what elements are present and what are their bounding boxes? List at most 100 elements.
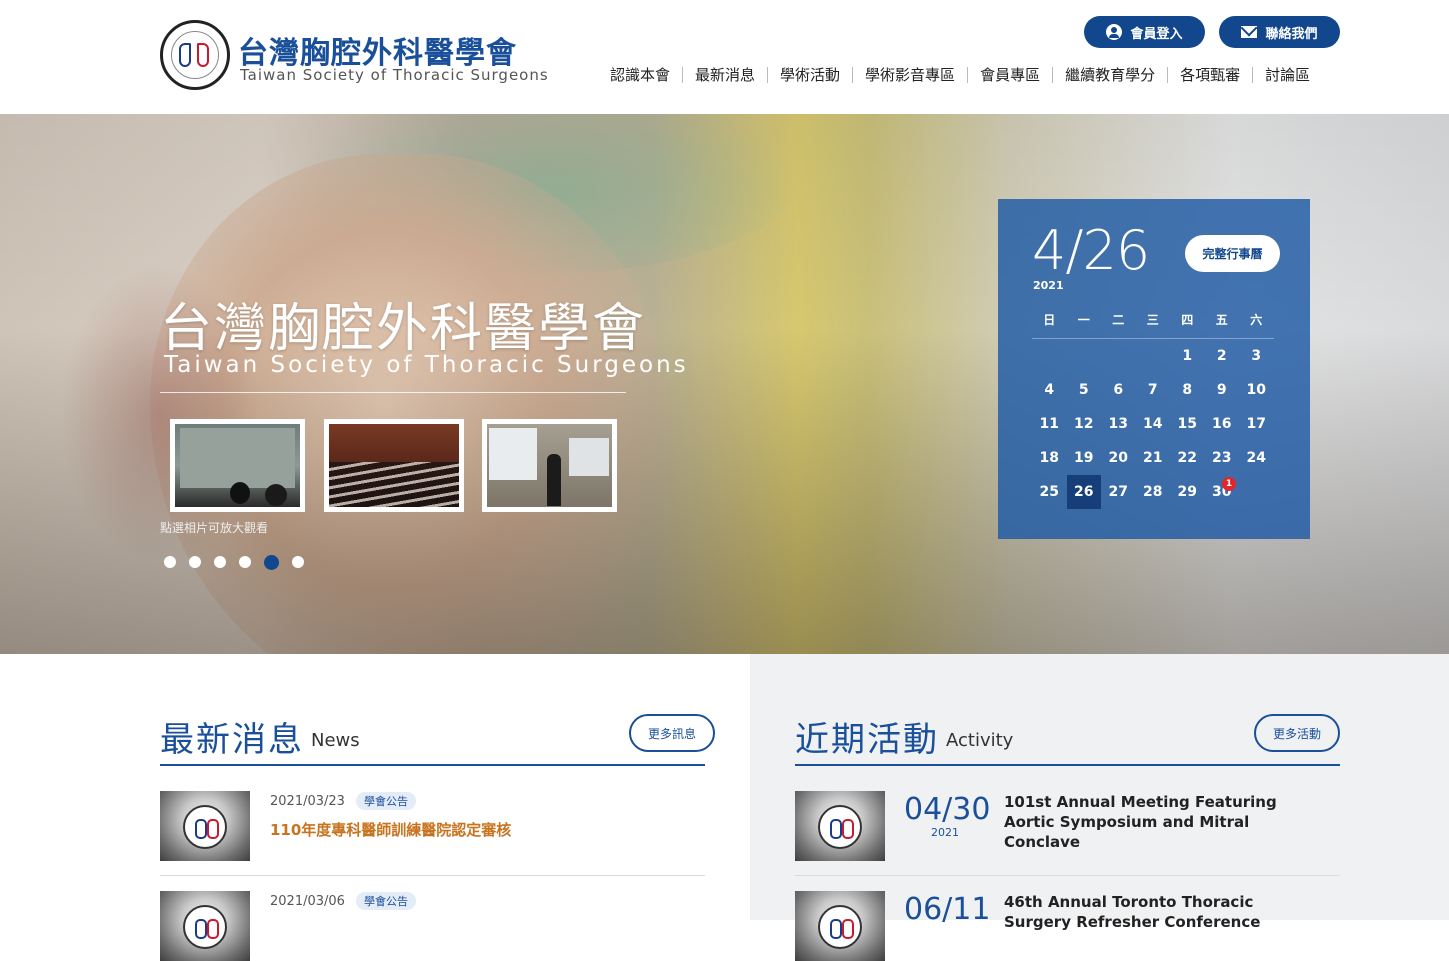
- calendar-day-5[interactable]: 5: [1067, 373, 1102, 407]
- slide-dot-4[interactable]: [239, 556, 251, 568]
- calendar-day-16[interactable]: 16: [1205, 407, 1240, 441]
- calendar-day-9[interactable]: 9: [1205, 373, 1240, 407]
- more-activity-button[interactable]: 更多活動: [1254, 714, 1340, 752]
- activity-date: 06/11: [904, 892, 991, 927]
- day-number: 6: [1113, 382, 1124, 398]
- calendar-day-4[interactable]: 4: [1032, 373, 1067, 407]
- contact-us-button[interactable]: 聯絡我們: [1219, 16, 1340, 48]
- more-news-button[interactable]: 更多訊息: [629, 714, 715, 752]
- day-number: 29: [1177, 484, 1197, 500]
- calendar-day-18[interactable]: 18: [1032, 441, 1067, 475]
- photo-thumbnail-2[interactable]: [324, 419, 464, 512]
- slide-pagination: [164, 554, 304, 570]
- activity-item-title[interactable]: 101st Annual Meeting Featuring Aortic Sy…: [1004, 792, 1304, 852]
- day-number: 20: [1108, 450, 1128, 466]
- calendar-day-10[interactable]: 10: [1239, 373, 1274, 407]
- calendar-day-14[interactable]: 14: [1136, 407, 1171, 441]
- day-number: 21: [1143, 450, 1163, 466]
- nav-video-area[interactable]: 學術影音專區: [852, 67, 967, 83]
- calendar-day-12[interactable]: 12: [1067, 407, 1102, 441]
- calendar-day-17[interactable]: 17: [1239, 407, 1274, 441]
- activity-item-title[interactable]: 46th Annual Toronto Thoracic Surgery Ref…: [1004, 892, 1304, 932]
- news-thumbnail[interactable]: [160, 891, 250, 961]
- day-number: 2: [1216, 348, 1227, 364]
- news-item-title[interactable]: 110年度專科醫師訓練醫院認定審核: [270, 819, 511, 840]
- news-tag: 學會公告: [356, 892, 416, 910]
- thumbnail-caption: 點選相片可放大觀看: [160, 521, 269, 535]
- activity-thumbnail[interactable]: [795, 791, 885, 861]
- weekday-label: 二: [1112, 313, 1125, 327]
- nav-about[interactable]: 認識本會: [598, 67, 682, 83]
- calendar-day-28[interactable]: 28: [1136, 475, 1171, 509]
- nav-news[interactable]: 最新消息: [682, 67, 767, 83]
- user-circle-icon: [1106, 24, 1123, 40]
- calendar-day-27[interactable]: 27: [1101, 475, 1136, 509]
- nav-member-area[interactable]: 會員專區: [967, 67, 1052, 83]
- day-number: 10: [1246, 382, 1266, 398]
- nav-reviews[interactable]: 各項甄審: [1167, 67, 1252, 83]
- calendar-day-2[interactable]: 2: [1205, 339, 1240, 373]
- weekday-label: 一: [1077, 313, 1090, 327]
- weekday-label: 五: [1215, 313, 1228, 327]
- calendar-day-23[interactable]: 23: [1205, 441, 1240, 475]
- row-divider: [795, 875, 1340, 876]
- calendar-weekdays: 日一二三四五六: [1032, 311, 1274, 339]
- day-number: 16: [1212, 416, 1232, 432]
- activity-date: 04/30: [904, 792, 991, 827]
- calendar-day-29[interactable]: 29: [1170, 475, 1205, 509]
- day-number: 11: [1039, 416, 1059, 432]
- day-number: 14: [1143, 416, 1163, 432]
- day-number: 13: [1108, 416, 1128, 432]
- slide-dot-1[interactable]: [164, 556, 176, 568]
- photo-thumbnail-1[interactable]: [170, 419, 305, 512]
- full-calendar-button[interactable]: 完整行事曆: [1185, 235, 1280, 272]
- hero-title: 台灣胸腔外科醫學會: [160, 299, 647, 359]
- society-logo-icon[interactable]: [160, 20, 230, 90]
- calendar-day-6[interactable]: 6: [1101, 373, 1136, 407]
- day-number: 4: [1044, 382, 1055, 398]
- day-number: 17: [1246, 416, 1266, 432]
- calendar-days: 1 2 3 4 5 6 7 8 9 10 11 12 13 14 15 16 17 18 19 20 21 22 23 24 2…: [1032, 339, 1274, 509]
- calendar-day-15[interactable]: 15: [1170, 407, 1205, 441]
- society-seal-icon: [818, 905, 862, 949]
- member-login-button[interactable]: 會員登入: [1084, 16, 1205, 48]
- calendar-day-8[interactable]: 8: [1170, 373, 1205, 407]
- calendar-day-25[interactable]: 25: [1032, 475, 1067, 509]
- day-number: 7: [1147, 382, 1158, 398]
- slide-dot-5[interactable]: [264, 554, 279, 570]
- hero-banner: 台灣胸腔外科醫學會 Taiwan Society of Thoracic Sur…: [0, 114, 1449, 654]
- calendar-day-13[interactable]: 13: [1101, 407, 1136, 441]
- society-seal-icon: [183, 905, 227, 949]
- calendar-day-20[interactable]: 20: [1101, 441, 1136, 475]
- nav-education-credits[interactable]: 繼續教育學分: [1052, 67, 1167, 83]
- calendar-day-26[interactable]: 26: [1066, 475, 1101, 509]
- weekday-label: 四: [1181, 313, 1194, 327]
- news-thumbnail[interactable]: [160, 791, 250, 861]
- nav-forum[interactable]: 討論區: [1252, 67, 1322, 83]
- activity-section: 近期活動 Activity 更多活動 04/30 2021 101st Annu…: [750, 654, 1449, 961]
- calendar-day-11[interactable]: 11: [1032, 407, 1067, 441]
- slide-dot-6[interactable]: [292, 556, 304, 568]
- society-seal-icon: [183, 805, 227, 849]
- calendar-year: 2021: [1033, 279, 1064, 292]
- day-number: 1: [1182, 348, 1193, 364]
- calendar-day-3[interactable]: 3: [1239, 339, 1274, 373]
- calendar-day-21[interactable]: 21: [1136, 441, 1171, 475]
- activity-thumbnail[interactable]: [795, 891, 885, 961]
- calendar-day-19[interactable]: 19: [1067, 441, 1102, 475]
- day-number: 12: [1074, 416, 1094, 432]
- calendar-day-30[interactable]: 30 1: [1205, 475, 1240, 509]
- activity-title-en: Activity: [946, 730, 1014, 751]
- slide-dot-3[interactable]: [214, 556, 226, 568]
- calendar-day-1[interactable]: 1: [1170, 339, 1205, 373]
- calendar-day-24[interactable]: 24: [1239, 441, 1274, 475]
- calendar-empty-cell: [1136, 339, 1171, 373]
- calendar-day-22[interactable]: 22: [1170, 441, 1205, 475]
- nav-academic-events[interactable]: 學術活動: [767, 67, 852, 83]
- calendar-day-7[interactable]: 7: [1136, 373, 1171, 407]
- day-number: 27: [1108, 484, 1128, 500]
- day-number: 22: [1177, 450, 1197, 466]
- slide-dot-2[interactable]: [189, 556, 201, 568]
- main-nav: 認識本會 最新消息 學術活動 學術影音專區 會員專區 繼續教育學分 各項甄審 討…: [598, 64, 1322, 86]
- photo-thumbnail-3[interactable]: [482, 419, 617, 512]
